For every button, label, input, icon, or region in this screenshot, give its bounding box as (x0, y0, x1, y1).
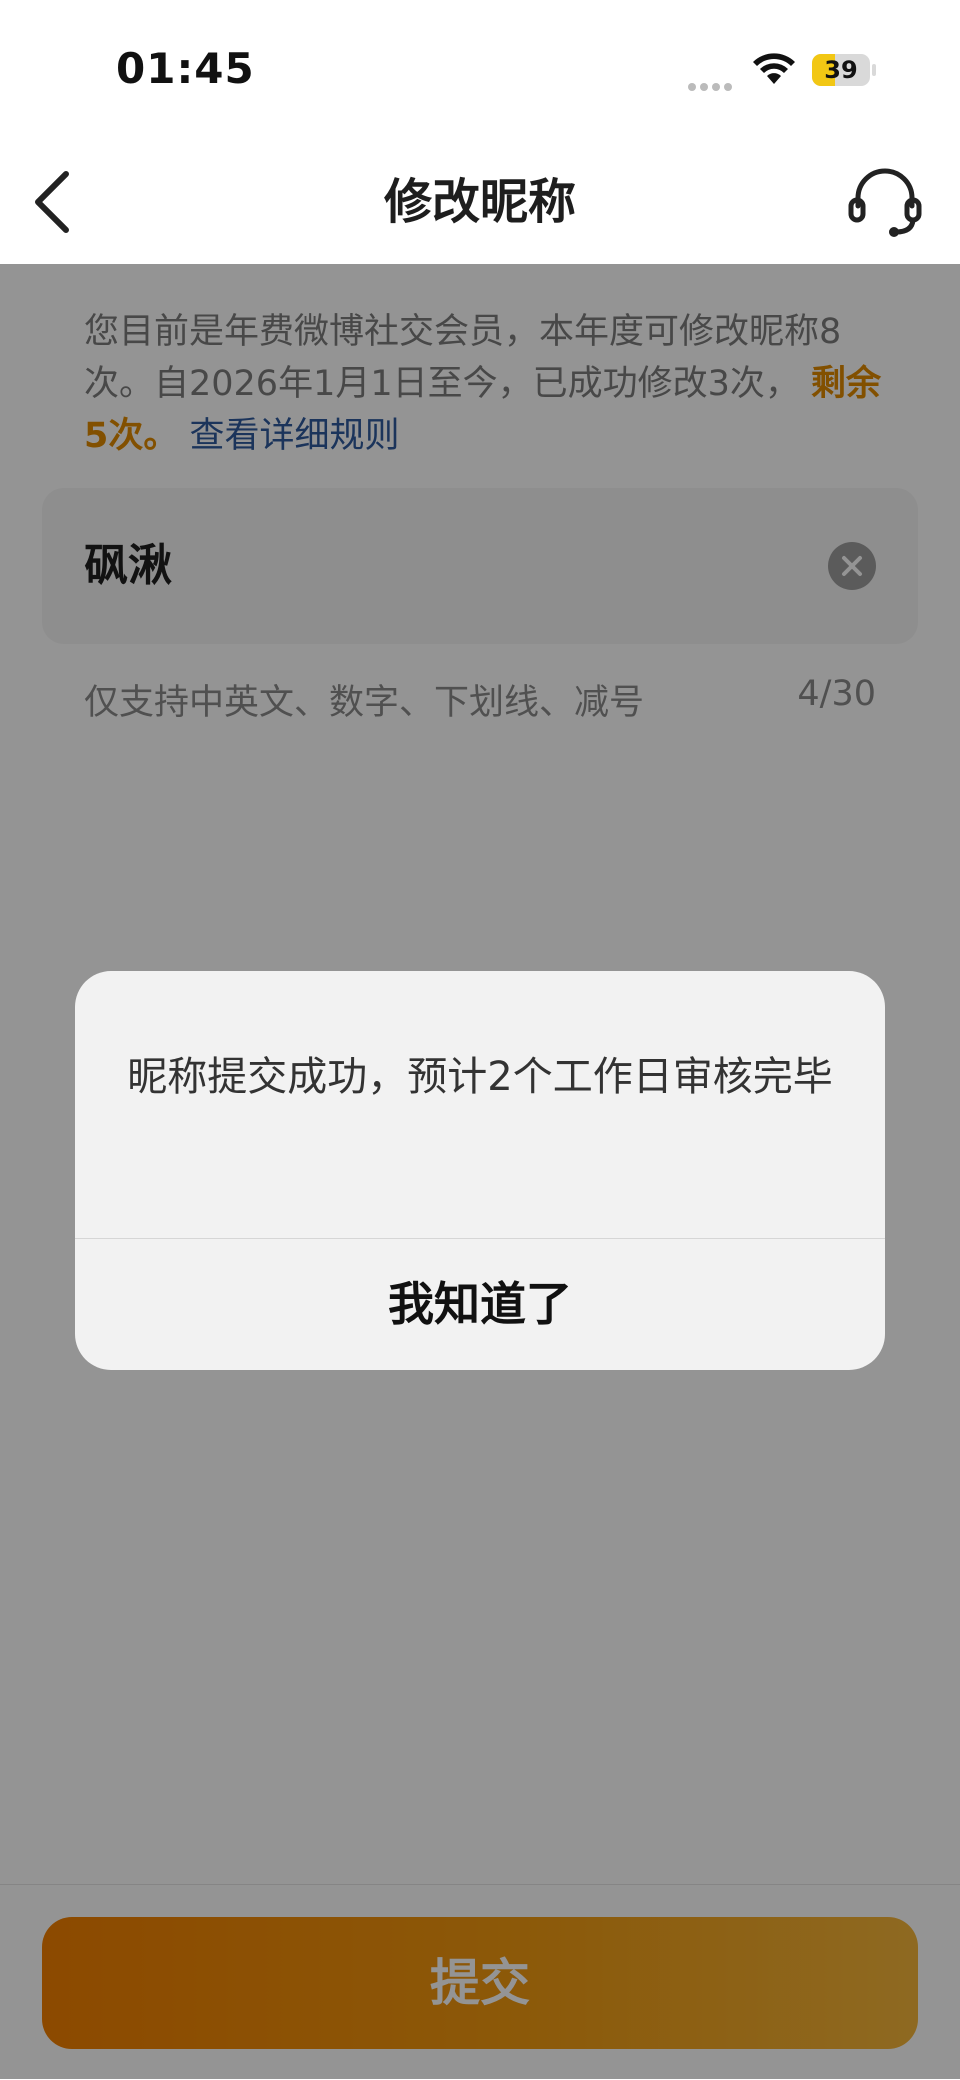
battery-indicator: 39 (812, 54, 876, 86)
back-button[interactable] (26, 164, 96, 240)
dialog-confirm-button[interactable]: 我知道了 (75, 1239, 885, 1370)
page-title: 修改昵称 (383, 174, 576, 230)
dialog-message: 昵称提交成功，预计2个工作日审核完毕 (127, 1054, 833, 1100)
status-bar: 01:45 39 (0, 0, 960, 140)
customer-service-button[interactable] (846, 162, 924, 240)
headset-icon (848, 168, 922, 237)
success-dialog: 昵称提交成功，预计2个工作日审核完毕 我知道了 (75, 971, 885, 1370)
status-time: 01:45 (116, 44, 255, 93)
nav-bar: 修改昵称 (0, 140, 960, 264)
wifi-icon (753, 53, 795, 84)
cellular-signal-icon (688, 76, 738, 91)
chevron-left-icon (35, 171, 69, 233)
battery-percent: 39 (824, 56, 858, 84)
